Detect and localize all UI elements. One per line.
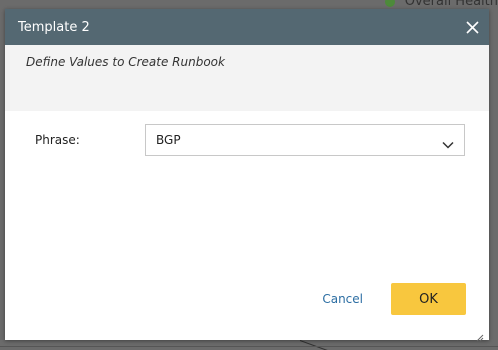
phrase-select[interactable]: BGP [145, 124, 465, 156]
dialog-titlebar: Template 2 [5, 9, 489, 45]
background-connector-line [0, 346, 498, 347]
dialog-subtitle: Define Values to Create Runbook [26, 55, 225, 69]
overall-health-label: Overall Health [404, 0, 498, 9]
dialog-title: Template 2 [18, 19, 90, 35]
resize-grip-icon[interactable] [476, 327, 484, 342]
background-connector-line [299, 340, 329, 350]
phrase-select-value: BGP [156, 133, 181, 147]
phrase-label: Phrase: [35, 133, 80, 147]
overall-health-status: Overall Health [384, 0, 498, 9]
cancel-button[interactable]: Cancel [322, 292, 363, 306]
status-dot-icon [384, 0, 395, 7]
template-dialog: Template 2 Define Values to Create Runbo… [5, 9, 489, 342]
dialog-footer: Cancel OK [322, 283, 466, 315]
close-icon[interactable] [465, 20, 479, 34]
ok-button[interactable]: OK [391, 283, 466, 315]
dialog-subheader: Define Values to Create Runbook [5, 45, 489, 111]
phrase-field-row: Phrase: BGP [5, 124, 489, 158]
chevron-down-icon [442, 135, 454, 149]
